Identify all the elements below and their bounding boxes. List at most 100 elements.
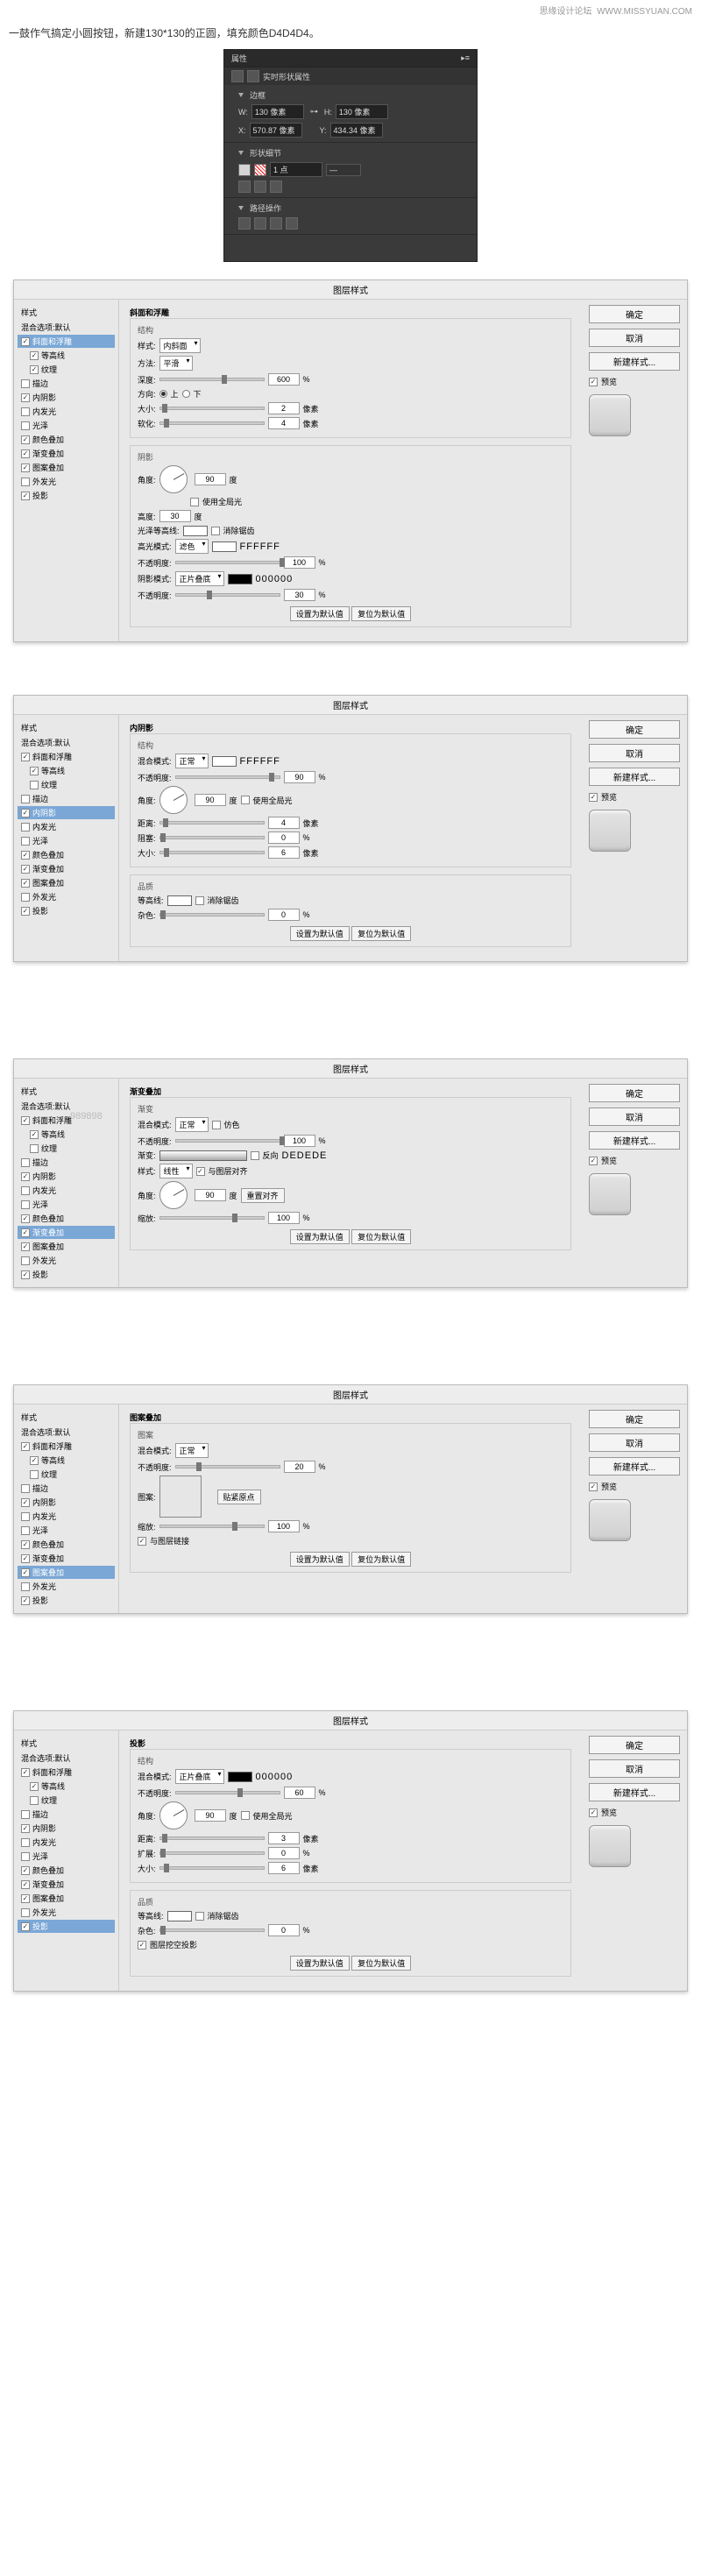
blend-select[interactable]: 正片叠底 (175, 1769, 224, 1784)
blend-defaults-item[interactable]: 混合选项:默认 (18, 1426, 115, 1439)
style-item[interactable]: 纹理 (18, 778, 115, 791)
style-item[interactable]: ✓等高线 (18, 1780, 115, 1793)
checkbox[interactable]: ✓ (21, 1540, 30, 1549)
style-item[interactable]: ✓斜面和浮雕 (18, 1766, 115, 1779)
ok-button[interactable]: 确定 (589, 1410, 680, 1428)
align-icon-1[interactable] (238, 180, 251, 193)
checkbox[interactable] (21, 823, 30, 832)
reset-default-button[interactable]: 复位为默认值 (351, 1229, 411, 1244)
checkbox[interactable] (21, 421, 30, 430)
checkbox[interactable] (21, 1256, 30, 1265)
style-item[interactable]: ✓内阴影 (18, 1822, 115, 1835)
method-select[interactable]: 平滑 (159, 356, 193, 371)
style-item[interactable]: ✓渐变叠加 (18, 1226, 115, 1239)
depth-slider[interactable] (159, 378, 265, 381)
checkbox[interactable]: ✓ (30, 767, 39, 775)
checkbox[interactable]: ✓ (21, 809, 30, 817)
link-layer-check[interactable]: ✓ (138, 1537, 146, 1546)
style-item[interactable]: ✓图案叠加 (18, 461, 115, 474)
spread-slider[interactable] (159, 1851, 265, 1855)
new-style-button[interactable]: 新建样式... (589, 1783, 680, 1801)
dir-up-radio[interactable] (159, 390, 167, 398)
checkbox[interactable]: ✓ (21, 1172, 30, 1181)
style-item[interactable]: ✓颜色叠加 (18, 1864, 115, 1877)
hl-opacity-slider[interactable] (175, 561, 280, 564)
angle-dial[interactable] (159, 786, 188, 814)
checkbox[interactable] (21, 837, 30, 846)
soften-input[interactable] (268, 417, 300, 429)
style-item[interactable]: ✓渐变叠加 (18, 1552, 115, 1565)
panel-menu-icon[interactable]: ▸≡ (461, 53, 470, 63)
style-item[interactable]: ✓投影 (18, 489, 115, 502)
checkbox[interactable]: ✓ (21, 1824, 30, 1833)
cancel-button[interactable]: 取消 (589, 1433, 680, 1452)
new-style-button[interactable]: 新建样式... (589, 1457, 680, 1476)
depth-input[interactable] (268, 373, 300, 386)
style-item[interactable]: 纹理 (18, 1794, 115, 1807)
style-item[interactable]: 光泽 (18, 419, 115, 432)
checkbox[interactable]: ✓ (21, 1880, 30, 1889)
snap-origin-button[interactable]: 贴紧原点 (217, 1490, 261, 1504)
angle-input[interactable] (195, 1189, 226, 1201)
style-item[interactable]: ✓投影 (18, 1268, 115, 1281)
checkbox[interactable] (21, 1838, 30, 1847)
distance-input[interactable] (268, 1832, 300, 1844)
checkbox[interactable]: ✓ (21, 1768, 30, 1777)
checkbox[interactable] (21, 1158, 30, 1167)
style-item[interactable]: 外发光 (18, 1906, 115, 1919)
style-item[interactable]: 描边 (18, 1156, 115, 1169)
path-op-icon[interactable] (270, 217, 282, 230)
shadow-mode-select[interactable]: 正片叠底 (175, 571, 224, 586)
style-item[interactable]: ✓图案叠加 (18, 1240, 115, 1253)
choke-input[interactable] (268, 832, 300, 844)
opacity-input[interactable] (284, 1135, 315, 1147)
preview-check[interactable]: ✓ (589, 1157, 598, 1165)
reverse-check[interactable] (251, 1151, 259, 1160)
ok-button[interactable]: 确定 (589, 1736, 680, 1754)
noise-slider[interactable] (159, 913, 265, 916)
checkbox[interactable]: ✓ (21, 1214, 30, 1223)
cancel-button[interactable]: 取消 (589, 1759, 680, 1778)
preview-check[interactable]: ✓ (589, 1483, 598, 1491)
opacity-slider[interactable] (175, 1791, 280, 1794)
checkbox[interactable] (21, 795, 30, 803)
angle-dial[interactable] (159, 1801, 188, 1829)
checkbox[interactable] (21, 478, 30, 486)
style-item[interactable]: 描边 (18, 377, 115, 390)
style-item[interactable]: ✓投影 (18, 1920, 115, 1933)
preview-check[interactable]: ✓ (589, 793, 598, 802)
sh-opacity-input[interactable] (284, 589, 315, 601)
checkbox[interactable]: ✓ (30, 1130, 39, 1139)
opacity-input[interactable] (284, 1787, 315, 1799)
opacity-slider[interactable] (175, 1139, 280, 1143)
properties-tab[interactable]: 属性 (231, 53, 247, 64)
reset-default-button[interactable]: 复位为默认值 (351, 606, 411, 621)
opacity-input[interactable] (284, 1461, 315, 1473)
style-item[interactable]: ✓颜色叠加 (18, 848, 115, 861)
fill-swatch[interactable] (238, 164, 251, 176)
checkbox[interactable]: ✓ (21, 1270, 30, 1279)
opacity-input[interactable] (284, 771, 315, 783)
spread-input[interactable] (268, 1847, 300, 1859)
cancel-button[interactable]: 取消 (589, 329, 680, 347)
dir-down-radio[interactable] (182, 390, 190, 398)
blend-defaults-item[interactable]: 混合选项:默认 (18, 736, 115, 749)
style-item[interactable]: ✓投影 (18, 904, 115, 917)
reset-default-button[interactable]: 复位为默认值 (351, 1956, 411, 1971)
make-default-button[interactable]: 设置为默认值 (290, 926, 350, 941)
hl-opacity-input[interactable] (284, 556, 315, 569)
checkbox[interactable]: ✓ (21, 464, 30, 472)
style-item[interactable]: ✓斜面和浮雕 (18, 335, 115, 348)
style-item[interactable]: 外发光 (18, 890, 115, 903)
size-slider[interactable] (159, 407, 265, 410)
checkbox[interactable] (21, 1582, 30, 1591)
width-input[interactable]: 130 像素 (251, 104, 304, 119)
gloss-contour[interactable] (183, 526, 208, 536)
scale-slider[interactable] (159, 1525, 265, 1528)
cancel-button[interactable]: 取消 (589, 1108, 680, 1126)
opacity-slider[interactable] (175, 1465, 280, 1468)
style-item[interactable]: 光泽 (18, 834, 115, 847)
path-op-icon[interactable] (238, 217, 251, 230)
checkbox[interactable] (30, 1470, 39, 1479)
path-op-icon[interactable] (254, 217, 266, 230)
